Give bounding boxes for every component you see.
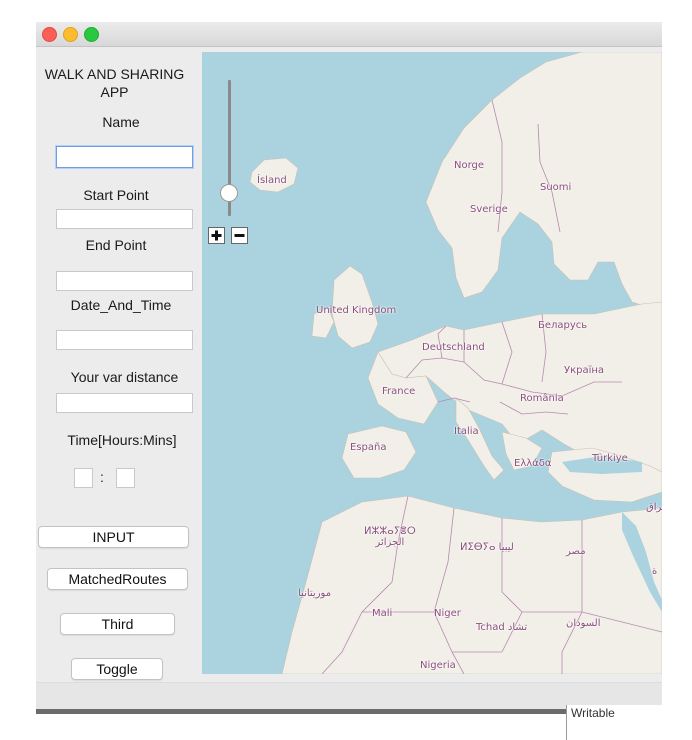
minutes-field[interactable] — [116, 468, 135, 488]
zoom-slider-handle[interactable] — [220, 184, 238, 202]
map-label-romania: România — [520, 393, 564, 404]
map-label-iraq: عراق — [646, 502, 662, 513]
hours-input[interactable] — [75, 469, 92, 487]
map-label-spain: España — [350, 442, 387, 453]
datetime-input[interactable] — [57, 331, 192, 349]
toggle-button[interactable]: Toggle — [71, 658, 163, 680]
map-label-algeria: ⵍⵣⵣⴰⵢⴻⵔ الجزائر — [364, 526, 416, 548]
distance-label: Your var distance — [70, 369, 179, 385]
start-point-field[interactable] — [56, 209, 193, 229]
zoom-out-button[interactable] — [231, 227, 248, 244]
map-label-finland: Suomi — [540, 182, 572, 193]
map-label-norway: Norge — [454, 160, 485, 171]
map-label-sweden: Sverige — [470, 204, 508, 215]
distance-input[interactable] — [57, 394, 192, 412]
map-label-germany: Deutschland — [422, 342, 485, 353]
sidebar-form: WALK AND SHARING APP Name Start Point En… — [36, 47, 201, 681]
input-button[interactable]: INPUT — [38, 526, 189, 548]
map-label-greece: Ελλάδα — [514, 458, 552, 469]
matched-routes-button[interactable]: MatchedRoutes — [47, 568, 188, 590]
time-label: Time[Hours:Mins] — [67, 432, 177, 448]
map-label-libya: ⵍⵉⴱⵢⴰ ليبيا — [460, 542, 514, 553]
map-label-egypt: مصر — [566, 546, 586, 557]
minus-icon — [234, 234, 245, 237]
status-writable: Writable — [566, 705, 662, 740]
name-input[interactable] — [57, 147, 192, 167]
map-label-chad: Tchad تشاد — [476, 622, 528, 633]
time-separator: : — [100, 469, 104, 485]
start-point-label: Start Point — [83, 187, 149, 203]
minimize-window-button[interactable] — [63, 27, 78, 42]
map-label-mali: Mali — [372, 608, 393, 619]
map-land — [202, 52, 662, 674]
datetime-label: Date_And_Time — [70, 297, 172, 313]
map-label-mauritania: موريتانيا — [298, 588, 332, 599]
app-window: WALK AND SHARING APP Name Start Point En… — [36, 22, 662, 714]
name-field[interactable] — [56, 146, 193, 168]
map-label-ukraine: Україна — [564, 365, 605, 376]
map-label-uk: United Kingdom — [316, 305, 397, 316]
zoom-in-button[interactable] — [208, 227, 225, 244]
end-point-input[interactable] — [57, 272, 192, 290]
app-title: WALK AND SHARING APP — [44, 66, 185, 100]
third-button[interactable]: Third — [60, 613, 175, 635]
map-label-nigeria: Nigeria — [420, 660, 456, 671]
zoom-window-button[interactable] — [84, 27, 99, 42]
map-label-saudi: ة — [652, 566, 658, 577]
close-window-button[interactable] — [42, 27, 57, 42]
plus-icon — [211, 230, 222, 241]
map-label-sudan: السودان — [566, 618, 601, 629]
name-label: Name — [102, 114, 140, 130]
map-label-france: France — [382, 386, 416, 397]
map-label-niger: Niger — [434, 608, 461, 619]
distance-field[interactable] — [56, 393, 193, 413]
map-label-belarus: Беларусь — [538, 320, 588, 331]
end-point-field[interactable] — [56, 271, 193, 291]
title-bar — [36, 22, 662, 47]
map-label-iceland: Ísland — [257, 175, 287, 186]
start-point-input[interactable] — [57, 210, 192, 228]
hours-field[interactable] — [74, 468, 93, 488]
map-view[interactable]: Ísland Norge Sverige Suomi United Kingdo… — [202, 52, 662, 674]
end-point-label: End Point — [85, 237, 147, 253]
minutes-input[interactable] — [117, 469, 134, 487]
map-label-italy: Italia — [454, 426, 479, 437]
map-label-turkey: Türkiye — [592, 453, 628, 464]
datetime-field[interactable] — [56, 330, 193, 350]
